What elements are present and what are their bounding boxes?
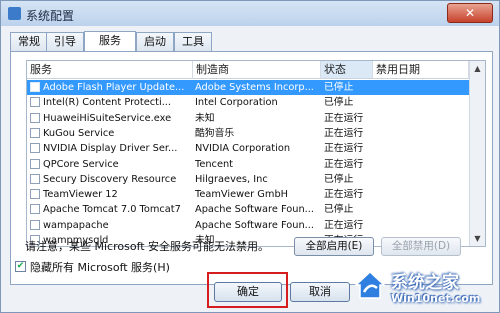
cancel-button[interactable]: 取消 [290,282,350,302]
table-row[interactable]: HuaweiHiSuiteService.exe 未知 正在运行 [27,111,469,126]
service-name: Secury Discovery Resource [43,173,177,185]
column-header-status[interactable]: 状态 [321,61,373,79]
service-name: Apache Tomcat 7.0 Tomcat7 [43,204,181,216]
scroll-up-icon[interactable]: ▲ [470,61,485,76]
service-status: 正在运行 [324,158,364,170]
service-status: 正在运行 [324,112,364,124]
service-checkbox[interactable] [30,127,40,138]
disable-all-button[interactable]: 全部禁用(D) [381,237,461,256]
table-row[interactable]: Secury Discovery Resource Hilgraeves, Inc… [27,172,469,187]
close-button[interactable]: ✕ [447,3,493,23]
service-name: QPCore Service [43,158,119,170]
checkmark-icon[interactable]: ✔ [15,261,26,272]
column-header-disable-date[interactable]: 禁用日期 [373,61,469,79]
service-status: 已停止 [324,97,354,109]
system-config-window: 系统配置 ✕ 常规 引导 服务 启动 工具 服务 制造商 状态 禁用日期 Ado… [0,0,500,313]
column-header-manufacturer[interactable]: 制造商 [193,61,321,79]
service-name: KuGou Service [43,127,115,139]
vertical-scrollbar[interactable]: ▲ ▼ [469,61,485,246]
table-row[interactable]: Apache Tomcat 7.0 Tomcat7 Apache Software… [27,202,469,217]
service-status: 已停止 [324,204,354,216]
service-status: 正在运行 [324,189,364,201]
watermark-text: 系统之家 [391,273,459,293]
service-name: Intel(R) Content Protecti... [43,97,172,109]
service-manufacturer: 未知 [195,112,215,124]
service-name: wampapache [43,219,109,231]
service-manufacturer: Tencent [195,158,234,170]
service-manufacturer: Intel Corporation [195,97,278,109]
service-manufacturer: Apache Software Foun... [195,219,315,231]
service-manufacturer: TeamViewer GmbH [195,189,289,201]
service-manufacturer: 酷狗音乐 [195,127,235,139]
title-bar[interactable]: 系统配置 ✕ [1,1,499,26]
service-name: TeamViewer 12 [43,189,118,201]
service-checkbox[interactable] [30,158,40,169]
service-name: HuaweiHiSuiteService.exe [43,112,172,124]
tab-boot[interactable]: 引导 [46,32,84,51]
services-panel: 服务 制造商 状态 禁用日期 Adobe Flash Player Update… [10,51,493,285]
table-row[interactable]: Intel(R) Content Protecti... Intel Corpor… [27,95,469,110]
highlight-box [207,272,288,308]
service-status: 正在运行 [324,143,364,155]
scroll-down-icon[interactable]: ▼ [470,231,485,246]
service-manufacturer: NVIDIA Corporation [195,143,291,155]
service-checkbox[interactable] [30,143,40,154]
enable-all-button[interactable]: 全部启用(E) [294,237,374,256]
service-status: 正在运行 [324,219,364,231]
service-status: 已停止 [324,82,354,93]
service-checkbox[interactable] [30,204,40,215]
service-checkbox[interactable] [30,173,40,184]
service-checkbox[interactable] [30,112,40,123]
service-checkbox[interactable] [30,97,40,108]
table-row[interactable]: QPCore Service Tencent 正在运行 [27,157,469,172]
table-row[interactable]: TeamViewer 12 TeamViewer GmbH 正在运行 [27,187,469,202]
service-name: Adobe Flash Player Update... [43,82,185,93]
security-note: 请注意，某些 Microsoft 安全服务可能无法禁用。 [25,240,270,253]
service-status: 正在运行 [324,127,364,139]
watermark-url: Win10net.com [391,292,481,305]
tab-general[interactable]: 常规 [10,32,48,51]
services-table: 服务 制造商 状态 禁用日期 Adobe Flash Player Update… [26,60,486,247]
table-row[interactable]: NVIDIA Display Driver Ser... NVIDIA Corpo… [27,141,469,156]
house-logo-icon [355,270,385,299]
window-title: 系统配置 [26,9,75,23]
msconfig-icon [8,7,21,20]
service-checkbox[interactable] [30,219,40,230]
service-name: NVIDIA Display Driver Ser... [43,143,178,155]
tab-startup[interactable]: 启动 [136,32,174,51]
service-manufacturer: Adobe Systems Incorp... [195,82,314,93]
tab-services[interactable]: 服务 [84,31,136,51]
service-checkbox[interactable] [30,82,40,92]
watermark: 系统之家 Win10net.com [355,266,499,311]
service-manufacturer: Apache Software Foun... [195,204,315,216]
table-row[interactable]: wampapache Apache Software Foun... 正在运行 [27,218,469,233]
service-manufacturer: Hilgraeves, Inc [195,173,268,185]
service-checkbox[interactable] [30,189,40,200]
tab-tools[interactable]: 工具 [174,32,212,51]
hide-ms-services-label: 隐藏所有 Microsoft 服务(H) [30,261,170,274]
column-header-service[interactable]: 服务 [27,61,193,79]
service-status: 已停止 [324,173,354,185]
table-row[interactable]: Adobe Flash Player Update... Adobe System… [27,80,469,96]
table-row[interactable]: KuGou Service 酷狗音乐 正在运行 [27,126,469,141]
